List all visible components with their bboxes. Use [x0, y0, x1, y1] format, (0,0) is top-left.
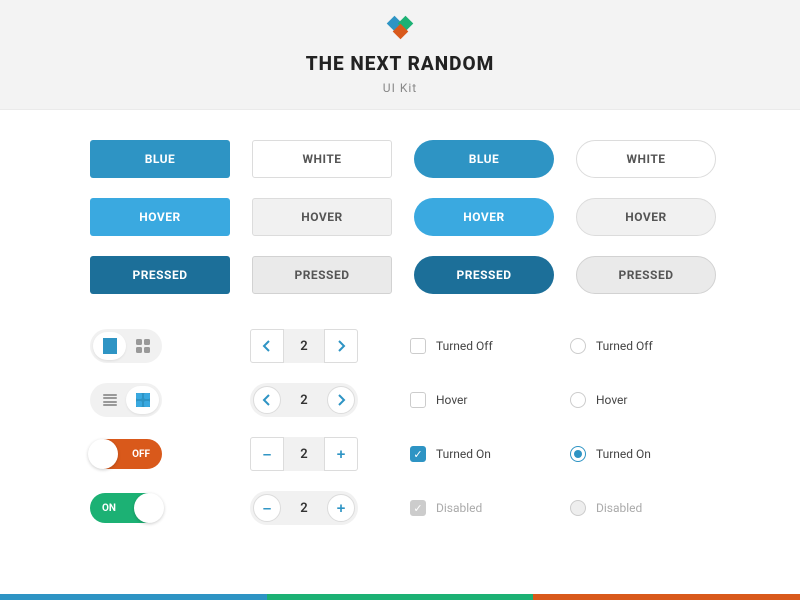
- view-segmented-grid-active[interactable]: [90, 383, 162, 417]
- checkbox-off[interactable]: Turned Off: [410, 338, 493, 354]
- radio-off[interactable]: Turned Off: [570, 338, 653, 354]
- page-subtitle: UI Kit: [0, 81, 800, 95]
- prev-button[interactable]: [253, 386, 281, 414]
- toggle-on[interactable]: ON: [90, 493, 162, 523]
- prev-button[interactable]: [250, 329, 284, 363]
- white-pill-button[interactable]: WHITE: [576, 140, 716, 178]
- stepper-pill-chevron: 2: [250, 383, 358, 417]
- next-button[interactable]: [324, 329, 358, 363]
- toggle-knob: [88, 439, 118, 469]
- page-header: THE NEXT RANDOM UI Kit: [0, 0, 800, 110]
- page-title: THE NEXT RANDOM: [0, 52, 800, 75]
- stepper-value: 2: [284, 329, 324, 363]
- toggle-off[interactable]: OFF: [90, 439, 162, 469]
- checkbox-disabled: ✓Disabled: [410, 500, 482, 516]
- blue-pressed-button[interactable]: PRESSED: [90, 256, 230, 294]
- blue-pill-pressed-button[interactable]: PRESSED: [414, 256, 554, 294]
- minus-button[interactable]: –: [250, 437, 284, 471]
- view-segmented-lines-active[interactable]: [90, 329, 162, 363]
- grid-view-icon[interactable]: [126, 386, 159, 414]
- minus-button[interactable]: –: [253, 494, 281, 522]
- blue-button[interactable]: BLUE: [90, 140, 230, 178]
- blue-hover-button[interactable]: HOVER: [90, 198, 230, 236]
- lines-view-icon[interactable]: [93, 386, 126, 414]
- stepper-value: 2: [281, 494, 327, 522]
- lines-view-icon[interactable]: [93, 332, 126, 360]
- blue-pill-hover-button[interactable]: HOVER: [414, 198, 554, 236]
- radio-hover[interactable]: Hover: [570, 392, 627, 408]
- stepper-value: 2: [281, 386, 327, 414]
- white-pill-hover-button[interactable]: HOVER: [576, 198, 716, 236]
- checkbox-hover[interactable]: Hover: [410, 392, 467, 408]
- stepper-square-plusminus: – 2 +: [250, 437, 358, 471]
- white-hover-button[interactable]: HOVER: [252, 198, 392, 236]
- stepper-pill-plusminus: – 2 +: [250, 491, 358, 525]
- plus-button[interactable]: +: [324, 437, 358, 471]
- radio-disabled: Disabled: [570, 500, 642, 516]
- blue-pill-button[interactable]: BLUE: [414, 140, 554, 178]
- checkbox-on[interactable]: ✓Turned On: [410, 446, 491, 462]
- next-button[interactable]: [327, 386, 355, 414]
- white-pressed-button[interactable]: PRESSED: [252, 256, 392, 294]
- radio-on[interactable]: Turned On: [570, 446, 651, 462]
- button-grid: BLUE WHITE BLUE WHITE HOVER HOVER HOVER …: [90, 140, 710, 294]
- white-pill-pressed-button[interactable]: PRESSED: [576, 256, 716, 294]
- logo-icon: [389, 18, 411, 40]
- plus-button[interactable]: +: [327, 494, 355, 522]
- stepper-value: 2: [284, 437, 324, 471]
- footer-stripe: [0, 594, 800, 600]
- toggle-knob: [134, 493, 164, 523]
- grid-view-icon[interactable]: [126, 332, 159, 360]
- stepper-square: 2: [250, 329, 358, 363]
- white-button[interactable]: WHITE: [252, 140, 392, 178]
